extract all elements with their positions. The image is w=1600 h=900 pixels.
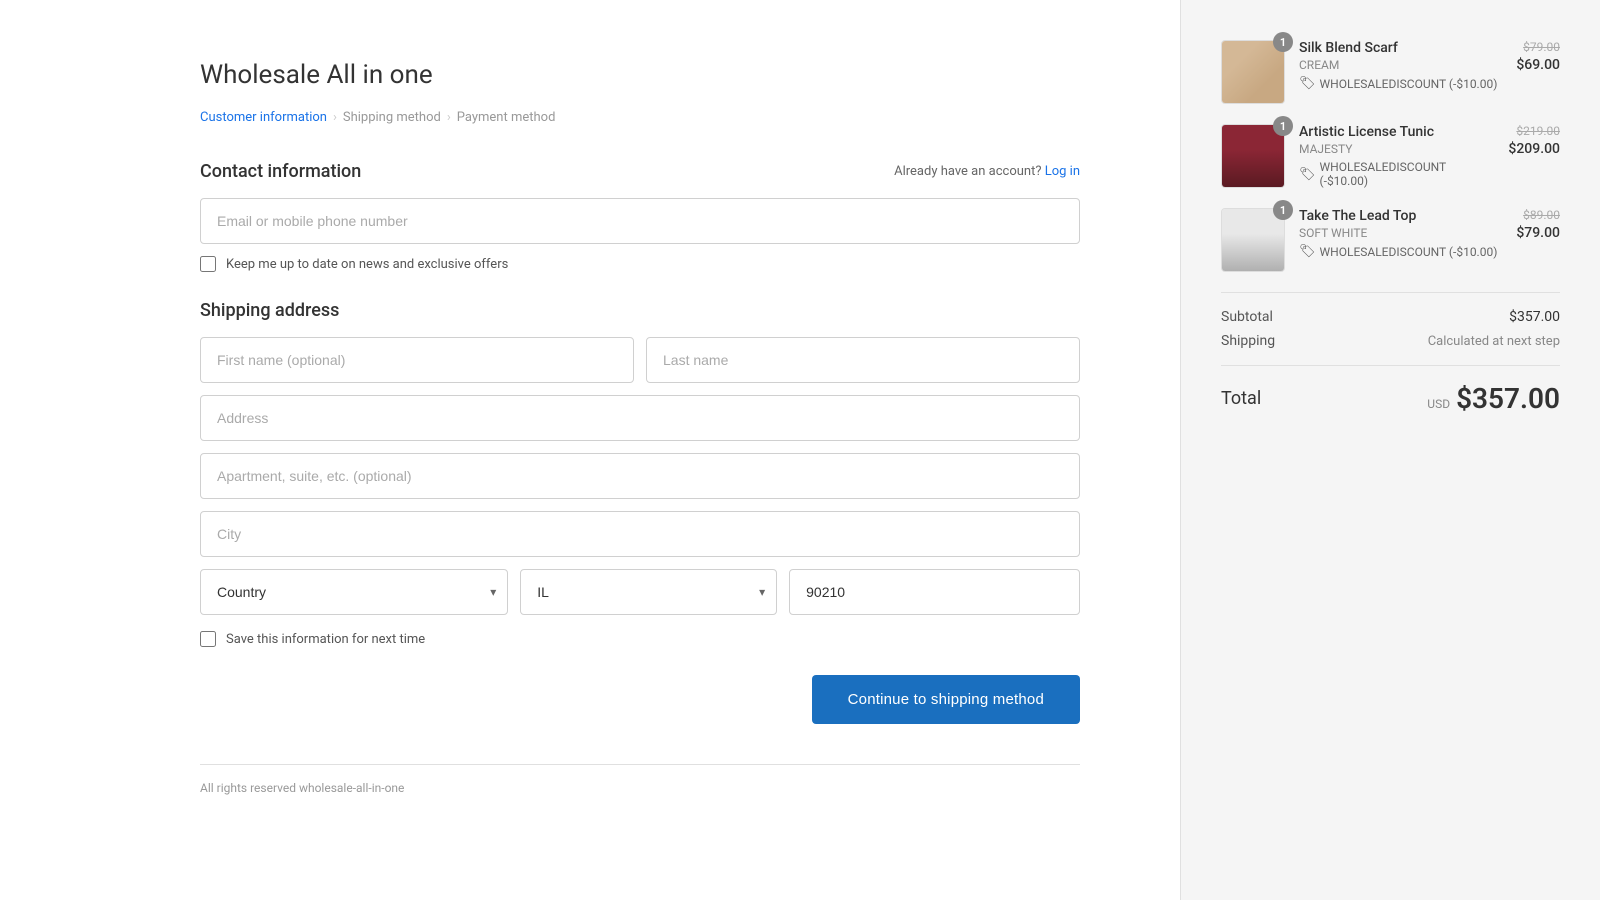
item-1-variant: CREAM (1299, 58, 1502, 72)
discount-icon-2: 🏷 (1299, 167, 1316, 182)
item-3-price-original: $89.00 (1516, 208, 1560, 222)
login-prompt: Already have an account? Log in (894, 164, 1080, 179)
shipping-section-title: Shipping address (200, 300, 1080, 321)
email-form-group (200, 198, 1080, 244)
email-input[interactable] (200, 198, 1080, 244)
apartment-form-group (200, 453, 1080, 499)
newsletter-checkbox[interactable] (200, 256, 216, 272)
item-2-badge: 1 (1273, 116, 1293, 136)
item-1-price-current: $69.00 (1516, 57, 1560, 73)
order-divider (1221, 292, 1560, 293)
save-info-checkbox[interactable] (200, 631, 216, 647)
item-1-badge: 1 (1273, 32, 1293, 52)
total-price-group: USD $357.00 (1427, 382, 1560, 415)
order-item-3: 1 Take The Lead Top SOFT WHITE 🏷 WHOLESA… (1221, 208, 1560, 272)
left-panel: Wholesale All in one Customer informatio… (0, 0, 1180, 900)
shipping-value: Calculated at next step (1428, 334, 1560, 349)
total-row: Total USD $357.00 (1221, 382, 1560, 415)
item-2-image (1221, 124, 1285, 188)
item-2-details: Artistic License Tunic MAJESTY 🏷 WHOLESA… (1299, 124, 1494, 188)
apartment-input[interactable] (200, 453, 1080, 499)
item-3-badge: 1 (1273, 200, 1293, 220)
total-label: Total (1221, 388, 1261, 409)
item-2-price: $219.00 $209.00 (1508, 124, 1560, 157)
breadcrumb-payment: Payment method (457, 110, 556, 125)
item-1-image-wrapper: 1 (1221, 40, 1285, 104)
subtotal-value: $357.00 (1509, 309, 1560, 325)
contact-section-title: Contact information (200, 161, 361, 182)
total-currency: USD (1427, 397, 1450, 411)
country-select-wrapper: Country United States Canada ▾ (200, 569, 508, 615)
shipping-row: Shipping Calculated at next step (1221, 333, 1560, 349)
first-name-input[interactable] (200, 337, 634, 383)
country-select[interactable]: Country United States Canada (200, 569, 508, 615)
subtotal-row: Subtotal $357.00 (1221, 309, 1560, 325)
state-select-wrapper: IL CA NY TX ▾ (520, 569, 777, 615)
zip-input[interactable] (789, 569, 1080, 615)
item-3-discount: 🏷 WHOLESALEDISCOUNT (-$10.00) (1299, 244, 1502, 259)
item-2-price-current: $209.00 (1508, 141, 1560, 157)
item-3-discount-text: WHOLESALEDISCOUNT (-$10.00) (1320, 245, 1498, 259)
item-1-price: $79.00 $69.00 (1516, 40, 1560, 73)
item-1-details: Silk Blend Scarf CREAM 🏷 WHOLESALEDISCOU… (1299, 40, 1502, 91)
breadcrumb-sep-1: › (333, 110, 337, 125)
discount-icon-3: 🏷 (1299, 244, 1316, 259)
city-form-group (200, 511, 1080, 557)
item-2-discount: 🏷 WHOLESALEDISCOUNT (-$10.00) (1299, 160, 1494, 188)
discount-icon-1: 🏷 (1299, 76, 1316, 91)
breadcrumb-shipping: Shipping method (343, 110, 441, 125)
state-select[interactable]: IL CA NY TX (520, 569, 777, 615)
footer-text: All rights reserved wholesale-all-in-one (200, 764, 1080, 795)
total-price: $357.00 (1456, 382, 1560, 415)
item-1-img-bg (1222, 41, 1284, 103)
item-2-discount-text: WHOLESALEDISCOUNT (-$10.00) (1320, 160, 1495, 188)
item-2-price-original: $219.00 (1508, 124, 1560, 138)
item-2-variant: MAJESTY (1299, 142, 1494, 156)
name-row (200, 337, 1080, 383)
breadcrumb-sep-2: › (447, 110, 451, 125)
save-info-label[interactable]: Save this information for next time (226, 632, 425, 647)
store-title: Wholesale All in one (200, 60, 1080, 90)
newsletter-group: Keep me up to date on news and exclusive… (200, 256, 1080, 272)
contact-section-header: Contact information Already have an acco… (200, 161, 1080, 182)
address-input[interactable] (200, 395, 1080, 441)
order-item-2: 1 Artistic License Tunic MAJESTY 🏷 WHOLE… (1221, 124, 1560, 188)
login-link[interactable]: Log in (1045, 164, 1080, 179)
breadcrumb: Customer information › Shipping method ›… (200, 110, 1080, 125)
continue-btn-row: Continue to shipping method (200, 675, 1080, 724)
item-1-image (1221, 40, 1285, 104)
order-item-1: 1 Silk Blend Scarf CREAM 🏷 WHOLESALEDISC… (1221, 40, 1560, 104)
item-3-details: Take The Lead Top SOFT WHITE 🏷 WHOLESALE… (1299, 208, 1502, 259)
continue-button[interactable]: Continue to shipping method (812, 675, 1080, 724)
last-name-input[interactable] (646, 337, 1080, 383)
login-prompt-text: Already have an account? (894, 164, 1041, 179)
newsletter-label[interactable]: Keep me up to date on news and exclusive… (226, 257, 508, 272)
city-state-zip-row: Country United States Canada ▾ IL CA NY … (200, 569, 1080, 615)
item-3-price: $89.00 $79.00 (1516, 208, 1560, 241)
subtotal-label: Subtotal (1221, 309, 1273, 325)
item-2-name: Artistic License Tunic (1299, 124, 1494, 140)
item-3-price-current: $79.00 (1516, 225, 1560, 241)
item-1-price-original: $79.00 (1516, 40, 1560, 54)
item-2-image-wrapper: 1 (1221, 124, 1285, 188)
right-panel: 1 Silk Blend Scarf CREAM 🏷 WHOLESALEDISC… (1180, 0, 1600, 900)
save-info-group: Save this information for next time (200, 631, 1080, 647)
total-divider (1221, 365, 1560, 366)
item-3-image (1221, 208, 1285, 272)
item-2-img-bg (1222, 125, 1284, 187)
shipping-label: Shipping (1221, 333, 1275, 349)
item-1-discount-text: WHOLESALEDISCOUNT (-$10.00) (1320, 77, 1498, 91)
item-1-discount: 🏷 WHOLESALEDISCOUNT (-$10.00) (1299, 76, 1502, 91)
item-3-name: Take The Lead Top (1299, 208, 1502, 224)
item-1-name: Silk Blend Scarf (1299, 40, 1502, 56)
address-form-group (200, 395, 1080, 441)
item-3-variant: SOFT WHITE (1299, 226, 1502, 240)
item-3-img-bg (1222, 209, 1284, 271)
breadcrumb-customer-info[interactable]: Customer information (200, 110, 327, 125)
city-input[interactable] (200, 511, 1080, 557)
item-3-image-wrapper: 1 (1221, 208, 1285, 272)
